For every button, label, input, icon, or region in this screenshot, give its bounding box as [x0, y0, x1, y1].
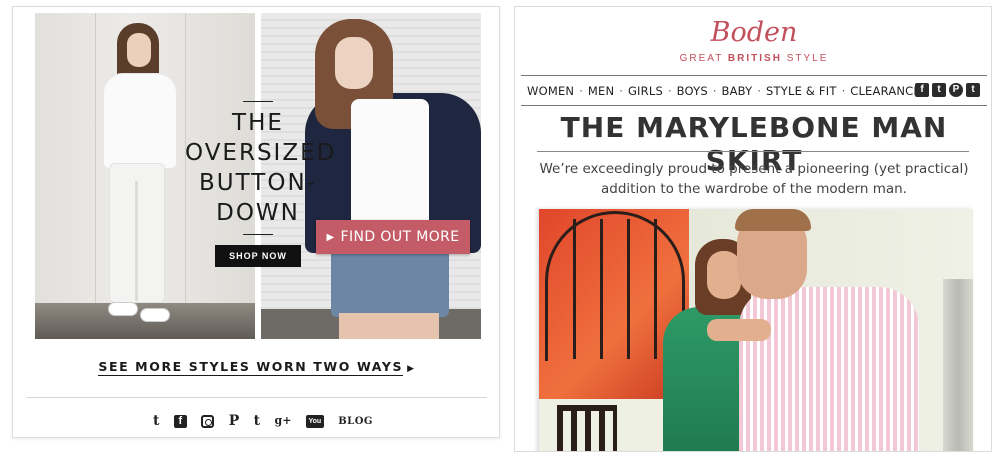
find-out-more-label[interactable]: FIND OUT MORE — [341, 229, 460, 245]
hero-rule-top — [243, 101, 273, 102]
model-left-shoe — [109, 303, 137, 315]
tagline-part: STYLE — [781, 53, 829, 64]
tagline-part: GREAT — [679, 53, 728, 64]
feature-image[interactable] — [539, 209, 973, 451]
feature-curtain — [943, 279, 973, 451]
pinterest-icon[interactable]: P — [949, 83, 963, 97]
find-out-more-button[interactable]: ▶ FIND OUT MORE — [316, 220, 470, 254]
model-left-leg-gap — [135, 181, 138, 301]
hero-rule-bottom — [243, 234, 273, 235]
tumblr-icon[interactable]: t — [254, 413, 260, 429]
nav-item-men[interactable]: MEN — [588, 84, 614, 98]
see-more-label[interactable]: SEE MORE STYLES WORN TWO WAYS — [98, 359, 404, 376]
feature-window-bars — [549, 219, 681, 359]
hero-title-line: DOWN — [216, 200, 300, 226]
nav-separator: · — [841, 84, 846, 98]
nav-item-clearance[interactable]: CLEARANCE — [850, 84, 921, 98]
nav-item-girls[interactable]: GIRLS — [628, 84, 663, 98]
nav-item-women[interactable]: WOMEN — [527, 84, 574, 98]
brand-logo[interactable]: Boden — [515, 17, 991, 48]
model-left-white-shirt — [103, 73, 177, 169]
nav-item-baby[interactable]: BABY — [722, 84, 753, 98]
hero-text-block: THE OVERSIZED BUTTON- DOWN SHOP NOW — [185, 101, 337, 267]
right-email-panel: Boden GREAT BRITISH STYLE WOMEN · MEN · … — [514, 6, 992, 452]
hero-title-line: THE — [232, 110, 284, 136]
youtube-icon[interactable]: You — [305, 414, 324, 428]
facebook-icon[interactable]: f — [173, 414, 187, 428]
hero-title: THE OVERSIZED BUTTON- DOWN — [185, 108, 337, 228]
footer-divider — [27, 397, 487, 398]
tumblr-icon[interactable]: t — [966, 83, 980, 97]
nav-rule-top — [521, 75, 987, 76]
hero-title-line: OVERSIZED — [185, 140, 337, 166]
feature-chair — [557, 405, 617, 451]
model-left-face — [127, 33, 151, 67]
hero-banner[interactable]: THE OVERSIZED BUTTON- DOWN SHOP NOW — [35, 13, 481, 339]
woman-face — [707, 251, 741, 299]
twitter-icon[interactable]: t — [932, 83, 946, 97]
nav-item-boys[interactable]: BOYS — [677, 84, 708, 98]
nav-separator: · — [579, 84, 583, 98]
shop-now-button[interactable]: SHOP NOW — [215, 245, 301, 267]
hero-title-line: BUTTON- — [199, 170, 317, 196]
woman-arm — [707, 319, 771, 341]
nav-separator: · — [712, 84, 717, 98]
see-more-styles-link[interactable]: SEE MORE STYLES WORN TWO WAYS ▶ — [13, 359, 501, 376]
tagline-bold: BRITISH — [727, 53, 782, 64]
brand-tagline: GREAT BRITISH STYLE — [515, 53, 991, 64]
model-right-face — [335, 37, 373, 89]
instagram-icon[interactable] — [201, 414, 215, 428]
main-nav: WOMEN · MEN · GIRLS · BOYS · BABY · STYL… — [527, 83, 921, 99]
nav-separator: · — [667, 84, 672, 98]
nav-social-icons: f t P t — [915, 83, 980, 97]
pinterest-icon[interactable]: P — [229, 413, 240, 429]
model-left-shoe — [141, 309, 169, 321]
model-right-legs — [339, 313, 439, 339]
nav-separator: · — [757, 84, 762, 98]
blog-link[interactable]: BLOG — [338, 416, 373, 427]
nav-item-style-fit[interactable]: STYLE & FIT — [766, 84, 837, 98]
subcopy: We’re exceedingly proud to present a pio… — [539, 161, 969, 197]
nav-rule-bottom — [521, 105, 987, 106]
social-links: t f P t g+ You BLOG — [153, 411, 373, 431]
model-right-white-shirt — [351, 99, 429, 237]
nav-separator: · — [619, 84, 623, 98]
headline-rule — [537, 151, 969, 152]
facebook-icon[interactable]: f — [915, 83, 929, 97]
google-plus-icon[interactable]: g+ — [275, 413, 292, 429]
play-arrow-icon: ▶ — [407, 364, 416, 374]
wall-seam — [95, 13, 96, 303]
man-pink-striped-shirt — [739, 287, 919, 451]
man-hair — [735, 209, 811, 231]
twitter-icon[interactable]: t — [153, 413, 159, 429]
play-arrow-icon: ▶ — [326, 231, 335, 243]
